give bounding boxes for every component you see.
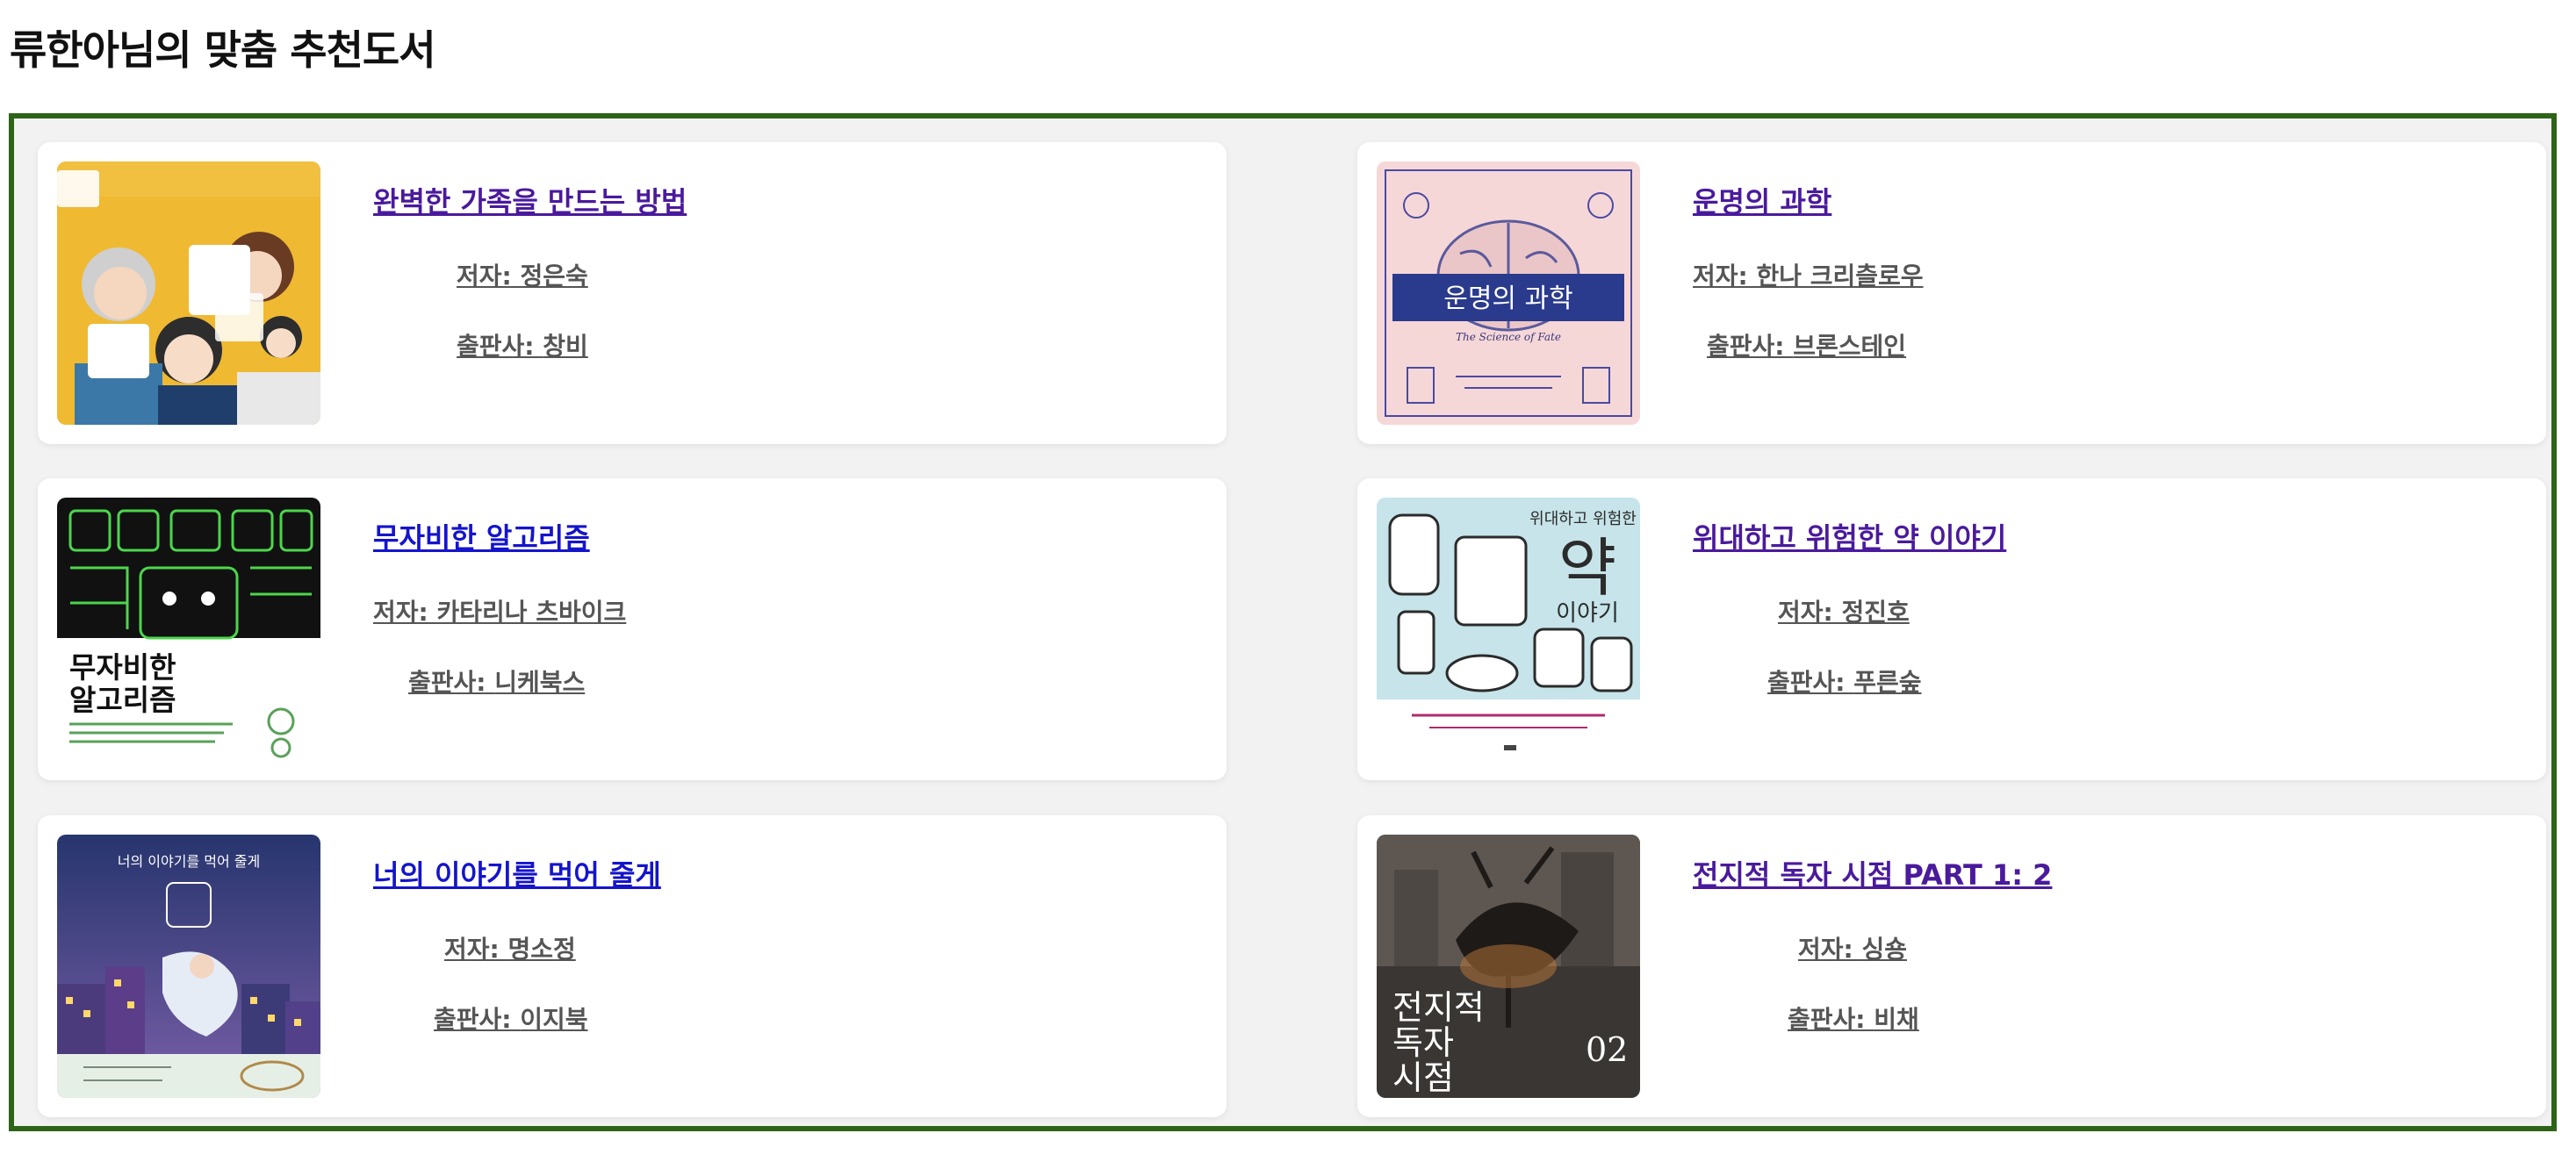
- publisher-label: 출판사:: [457, 332, 543, 361]
- cover-volume-number: 02: [1586, 1030, 1628, 1069]
- cover-title-line2: 독자: [1392, 1023, 1454, 1062]
- author-value: 한나 크리츨로우: [1756, 262, 1924, 290]
- author-value: 카타리나 츠바이크: [436, 598, 627, 627]
- author-label: 저자:: [1778, 598, 1842, 627]
- page-title: 류한아님의 맞춤 추천도서: [10, 26, 436, 74]
- author-value: 정은숙: [520, 262, 588, 290]
- book-author[interactable]: 저자: 정은숙: [457, 259, 588, 294]
- book-title-link[interactable]: 전지적 독자 시점 PART 1: 2: [1693, 856, 2052, 894]
- publisher-label: 출판사:: [1767, 668, 1854, 697]
- cover-title-sub: 이야기: [1556, 600, 1619, 627]
- book-card: 너의 이야기를 먹어 줄게 너의 이야기를 먹어 줄게 저자: 명소정 출판사:…: [38, 815, 1227, 1117]
- book-cover-image[interactable]: 위대하고 위험한 약 이야기: [1377, 498, 1640, 761]
- book-cover-image[interactable]: 무자비한 알고리즘: [57, 498, 320, 761]
- book-publisher[interactable]: 출판사: 이지북: [434, 1002, 588, 1037]
- author-label: 저자:: [457, 262, 521, 290]
- book-author[interactable]: 저자: 카타리나 츠바이크: [373, 595, 626, 630]
- author-value: 싱숑: [1861, 935, 1907, 964]
- cover-title-line3: 시점: [1392, 1058, 1454, 1097]
- book-cover-night-city-icon: 너의 이야기를 먹어 줄게: [57, 835, 320, 1098]
- book-cover-image[interactable]: 너의 이야기를 먹어 줄게: [57, 835, 320, 1098]
- publisher-value: 브론스테인: [1793, 332, 1907, 361]
- book-cover-dark-fantasy-icon: 전지적 독자 시점 02: [1377, 835, 1640, 1098]
- cover-title-text: 너의 이야기를 먹어 줄게: [118, 853, 260, 870]
- publisher-label: 출판사:: [1707, 332, 1794, 361]
- cover-subtitle-text: The Science of Fate: [1456, 331, 1561, 343]
- cover-title-line1: 무자비한: [69, 650, 176, 685]
- book-cover-image[interactable]: 전지적 독자 시점 02: [1377, 835, 1640, 1098]
- cover-title-line1: 전지적: [1392, 988, 1485, 1027]
- cover-subtitle-text: 위대하고 위험한: [1529, 510, 1637, 528]
- book-author[interactable]: 저자: 한나 크리츨로우: [1693, 259, 1924, 294]
- publisher-label: 출판사:: [408, 668, 495, 697]
- author-value: 명소정: [507, 935, 576, 964]
- publisher-value: 니케북스: [494, 668, 586, 697]
- publisher-value: 이지북: [520, 1005, 588, 1034]
- book-publisher[interactable]: 출판사: 창비: [457, 329, 588, 364]
- book-title-link[interactable]: 운명의 과학: [1693, 183, 1831, 221]
- cover-title-text: 약: [1558, 531, 1616, 605]
- book-card: 완벽한 가족을 만드는 방법 저자: 정은숙 출판사: 창비: [38, 142, 1227, 444]
- author-label: 저자:: [373, 598, 437, 627]
- book-author[interactable]: 저자: 싱숑: [1798, 932, 1907, 967]
- book-publisher[interactable]: 출판사: 브론스테인: [1707, 329, 1906, 364]
- cover-title-text: 운명의 과학: [1443, 283, 1573, 314]
- author-label: 저자:: [1693, 262, 1757, 290]
- author-label: 저자:: [444, 935, 508, 964]
- book-cover-medicine-bottles-icon: 위대하고 위험한 약 이야기: [1377, 498, 1640, 761]
- book-publisher[interactable]: 출판사: 비채: [1788, 1002, 1919, 1037]
- book-cover-brain-icon: 운명의 과학 The Science of Fate: [1377, 161, 1640, 425]
- publisher-value: 푸른숲: [1853, 668, 1922, 697]
- book-title-link[interactable]: 위대하고 위험한 약 이야기: [1693, 519, 2006, 557]
- book-card: 무자비한 알고리즘 무자비한 알고리즘 저자: 카타리나 츠바이크 출판사: 니…: [38, 478, 1227, 780]
- book-title-link[interactable]: 완벽한 가족을 만드는 방법: [373, 183, 687, 221]
- book-cover-circuit-robot-icon: 무자비한 알고리즘: [57, 498, 320, 761]
- book-title-link[interactable]: 무자비한 알고리즘: [373, 519, 590, 557]
- author-value: 정진호: [1841, 598, 1910, 627]
- book-cover-image[interactable]: 운명의 과학 The Science of Fate: [1377, 161, 1640, 425]
- publisher-label: 출판사:: [434, 1005, 521, 1034]
- book-card: 운명의 과학 The Science of Fate 운명의 과학 저자: 한나…: [1357, 142, 2546, 444]
- publisher-value: 창비: [543, 332, 588, 361]
- publisher-label: 출판사:: [1788, 1005, 1874, 1034]
- book-card: 전지적 독자 시점 02 전지적 독자 시점 PART 1: 2 저자: 싱숑 …: [1357, 815, 2546, 1117]
- book-title-link[interactable]: 너의 이야기를 먹어 줄게: [373, 856, 661, 894]
- book-cover-illustrated-family-icon: [57, 161, 320, 425]
- book-publisher[interactable]: 출판사: 푸른숲: [1767, 665, 1922, 700]
- book-author[interactable]: 저자: 명소정: [444, 932, 576, 967]
- recommended-books-panel: 완벽한 가족을 만드는 방법 저자: 정은숙 출판사: 창비 운명의 과학 Th…: [9, 113, 2557, 1131]
- book-card: 위대하고 위험한 약 이야기 위대하고 위험한 약 이야기 저자: 정진호 출판…: [1357, 478, 2546, 780]
- cover-title-line2: 알고리즘: [69, 683, 176, 717]
- book-publisher[interactable]: 출판사: 니케북스: [408, 665, 585, 700]
- book-cover-image[interactable]: [57, 161, 320, 425]
- publisher-value: 비채: [1874, 1005, 1919, 1034]
- author-label: 저자:: [1798, 935, 1862, 964]
- book-author[interactable]: 저자: 정진호: [1778, 595, 1910, 630]
